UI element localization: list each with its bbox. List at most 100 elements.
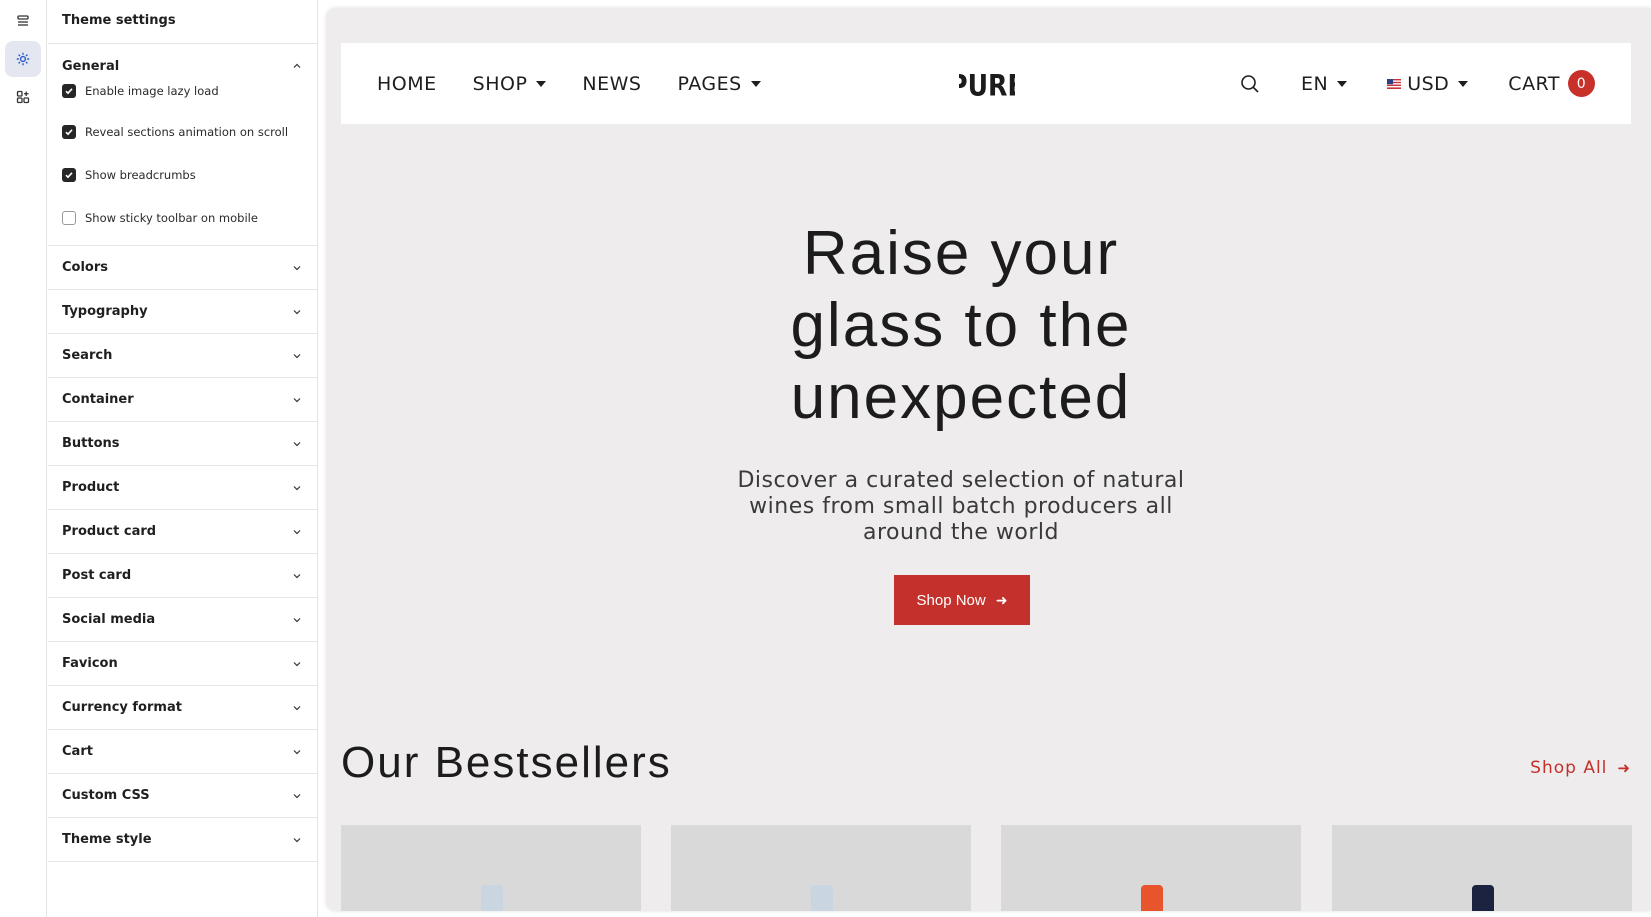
- chevron-down-icon: [293, 309, 301, 314]
- settings-section-list: Colors Typography Search Container Buttons Pr…: [48, 246, 317, 862]
- store-logo[interactable]: PURE: [959, 67, 1015, 101]
- bottle-image: [1472, 885, 1494, 911]
- language-selector[interactable]: EN: [1300, 72, 1348, 95]
- bestsellers-title: Our Bestsellers: [341, 738, 672, 787]
- preview-frame: HOME SHOP NEWS PAGES PURE EN USD CART 0: [326, 8, 1651, 911]
- general-options: Enable image lazy load Reveal sections a…: [48, 84, 317, 246]
- nav-news[interactable]: NEWS: [582, 73, 641, 95]
- section-post-card[interactable]: Post card: [48, 554, 317, 598]
- logo-text: PURE: [959, 70, 1015, 101]
- arrow-right-icon: ➜: [995, 591, 1008, 608]
- us-flag-icon: [1387, 78, 1402, 89]
- section-label: Custom CSS: [62, 788, 150, 803]
- theme-settings-icon[interactable]: [5, 41, 41, 77]
- cart-count-badge: 0: [1568, 70, 1595, 97]
- chevron-down-icon: [293, 265, 301, 270]
- chevron-down-icon: [293, 353, 301, 358]
- section-label: Post card: [62, 568, 132, 583]
- main-nav: HOME SHOP NEWS PAGES: [377, 43, 797, 124]
- nav-shop-label: SHOP: [472, 72, 528, 95]
- language-label: EN: [1300, 72, 1329, 95]
- section-label: Social media: [62, 612, 156, 627]
- section-search[interactable]: Search: [48, 334, 317, 378]
- checkbox-checked-icon[interactable]: [62, 84, 76, 98]
- section-colors[interactable]: Colors: [48, 246, 317, 290]
- product-card[interactable]: [341, 825, 641, 911]
- option-sticky-toolbar[interactable]: Show sticky toolbar on mobile: [62, 196, 303, 239]
- editor-rail: [0, 0, 47, 917]
- option-reveal-animation[interactable]: Reveal sections animation on scroll: [62, 110, 303, 153]
- bottle-image: [481, 885, 503, 911]
- store-preview: HOME SHOP NEWS PAGES PURE EN USD CART 0: [318, 0, 1651, 917]
- shop-all-link[interactable]: Shop All ➜: [1530, 758, 1631, 778]
- nav-pages[interactable]: PAGES: [677, 72, 761, 95]
- caret-down-icon: [1337, 80, 1348, 87]
- section-container[interactable]: Container: [48, 378, 317, 422]
- chevron-down-icon: [293, 661, 301, 666]
- cart-button[interactable]: CART 0: [1508, 70, 1595, 97]
- currency-label: USD: [1407, 72, 1450, 95]
- section-product[interactable]: Product: [48, 466, 317, 510]
- nav-shop[interactable]: SHOP: [473, 73, 547, 95]
- section-favicon[interactable]: Favicon: [48, 642, 317, 686]
- section-typography[interactable]: Typography: [48, 290, 317, 334]
- sections-icon[interactable]: [5, 3, 41, 39]
- option-lazy-load[interactable]: Enable image lazy load: [62, 84, 303, 110]
- caret-down-icon: [536, 80, 547, 87]
- chevron-down-icon: [293, 485, 301, 490]
- hero-subtitle: Discover a curated selection of natural …: [737, 468, 1185, 545]
- product-card[interactable]: [671, 825, 971, 911]
- chevron-down-icon: [293, 837, 301, 842]
- option-label: Enable image lazy load: [85, 84, 219, 98]
- caret-down-icon: [750, 80, 761, 87]
- theme-settings-panel: Theme settings General Enable image lazy…: [48, 0, 318, 917]
- chevron-up-icon: [293, 63, 301, 68]
- shop-now-button[interactable]: Shop Now ➜: [894, 575, 1030, 625]
- currency-selector[interactable]: USD: [1387, 72, 1469, 95]
- bottle-image: [811, 885, 833, 911]
- section-custom-css[interactable]: Custom CSS: [48, 774, 317, 818]
- section-label: Container: [62, 392, 134, 407]
- product-card[interactable]: [1001, 825, 1301, 911]
- section-product-card[interactable]: Product card: [48, 510, 317, 554]
- option-breadcrumbs[interactable]: Show breadcrumbs: [62, 153, 303, 196]
- option-label: Show sticky toolbar on mobile: [85, 210, 258, 225]
- nav-pages-label: PAGES: [677, 72, 742, 95]
- chevron-down-icon: [293, 617, 301, 622]
- product-card[interactable]: [1332, 825, 1632, 911]
- section-cart[interactable]: Cart: [48, 730, 317, 774]
- section-buttons[interactable]: Buttons: [48, 422, 317, 466]
- section-label: Cart: [62, 744, 93, 759]
- chevron-down-icon: [293, 705, 301, 710]
- app-embeds-icon[interactable]: [5, 79, 41, 115]
- section-label: Favicon: [62, 656, 118, 671]
- section-general[interactable]: General: [48, 44, 317, 84]
- section-label: Theme style: [62, 832, 152, 847]
- section-social-media[interactable]: Social media: [48, 598, 317, 642]
- arrow-right-icon: ➜: [1617, 759, 1631, 777]
- hero-title-line: glass to the: [790, 291, 1132, 360]
- option-label: Reveal sections animation on scroll: [85, 124, 289, 139]
- chevron-down-icon: [293, 397, 301, 402]
- section-currency-format[interactable]: Currency format: [48, 686, 317, 730]
- chevron-down-icon: [293, 749, 301, 754]
- chevron-down-icon: [293, 573, 301, 578]
- cart-label: CART: [1508, 72, 1560, 95]
- checkbox-checked-icon[interactable]: [62, 124, 76, 139]
- section-label: Product card: [62, 524, 157, 539]
- chevron-down-icon: [293, 529, 301, 534]
- header-actions: EN USD CART 0: [1199, 43, 1595, 124]
- search-button[interactable]: [1239, 73, 1261, 95]
- chevron-down-icon: [293, 441, 301, 446]
- bottle-image: [1141, 885, 1163, 911]
- nav-home[interactable]: HOME: [377, 73, 437, 95]
- section-label: Product: [62, 480, 120, 495]
- section-label: Currency format: [62, 700, 182, 715]
- section-theme-style[interactable]: Theme style: [48, 818, 317, 862]
- option-label: Show breadcrumbs: [85, 167, 196, 182]
- section-label: Buttons: [62, 436, 120, 451]
- checkbox-checked-icon[interactable]: [62, 167, 76, 182]
- shop-all-label: Shop All: [1530, 758, 1608, 778]
- section-label: Typography: [62, 304, 148, 319]
- checkbox-unchecked-icon[interactable]: [62, 210, 76, 225]
